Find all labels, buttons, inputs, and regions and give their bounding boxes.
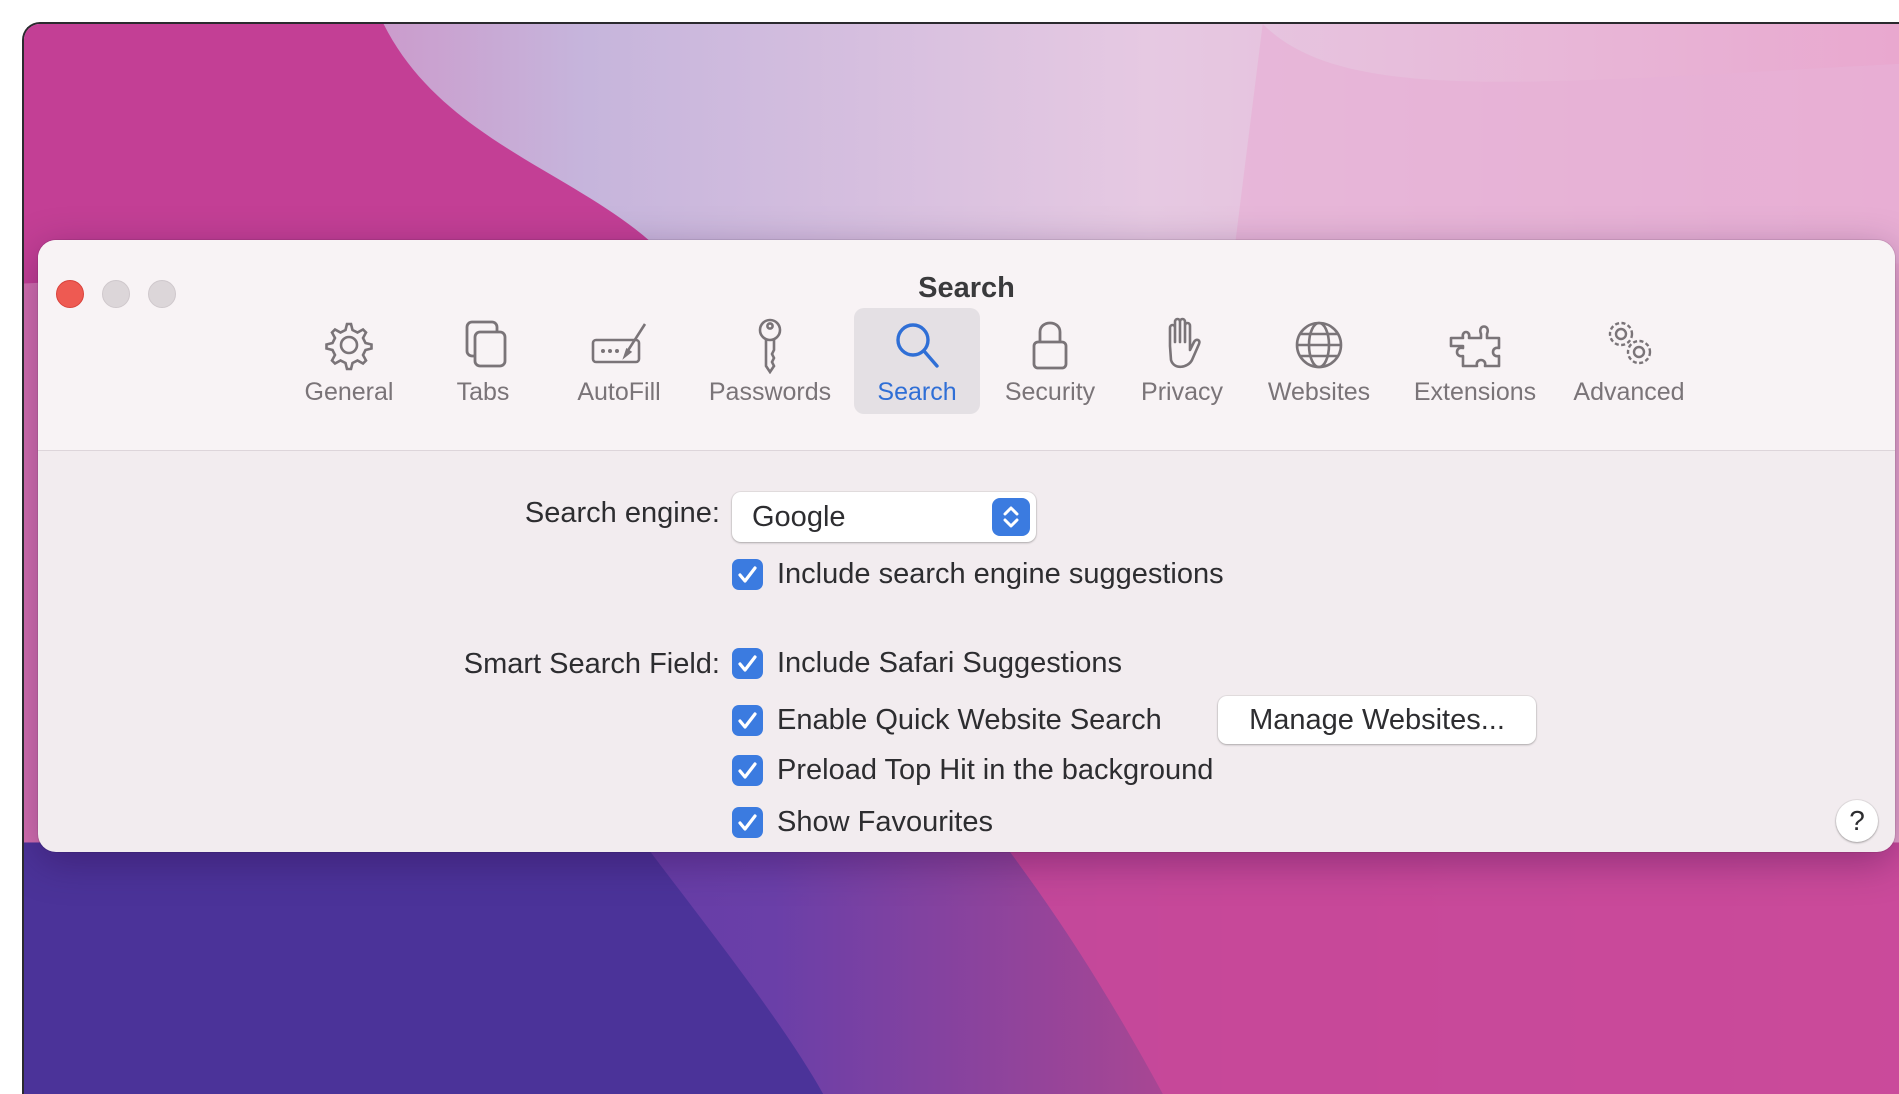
tab-advanced[interactable]: Advanced xyxy=(1562,308,1696,414)
preload-top-hit-checkbox[interactable] xyxy=(732,754,763,786)
checkmark-icon xyxy=(738,761,757,779)
preload-top-hit-row[interactable]: Preload Top Hit in the background xyxy=(732,751,1213,789)
window-title: Search xyxy=(918,272,1015,304)
tab-privacy[interactable]: Privacy xyxy=(1130,308,1234,414)
tab-search[interactable]: Search xyxy=(854,308,980,414)
tab-tabs-label: Tabs xyxy=(456,378,510,406)
tab-tabs[interactable]: Tabs xyxy=(438,308,528,414)
autofill-icon xyxy=(591,323,647,364)
search-engine-label: Search engine: xyxy=(524,497,720,529)
tab-security-label: Security xyxy=(1004,378,1096,406)
show-favourites-row[interactable]: Show Favourites xyxy=(732,803,993,841)
window-toolbar: Search General Tabs AutoFill Passwords S… xyxy=(38,240,1895,451)
tab-websites-label: Websites xyxy=(1267,378,1371,406)
tabs-icon xyxy=(465,320,507,368)
chevron-updown-icon xyxy=(992,498,1030,536)
tab-autofill-label: AutoFill xyxy=(577,378,661,406)
puzzle-icon xyxy=(1449,325,1501,368)
checkmark-icon xyxy=(738,654,757,672)
include-engine-suggestions-label: Include search engine suggestions xyxy=(777,557,1224,590)
show-favourites-label: Show Favourites xyxy=(777,805,993,838)
magnifier-icon xyxy=(896,323,939,368)
show-favourites-checkbox[interactable] xyxy=(732,806,763,838)
smart-search-field-label: Smart Search Field: xyxy=(463,648,720,680)
gears-icon xyxy=(1608,321,1652,365)
search-engine-value: Google xyxy=(752,501,846,533)
checkmark-icon xyxy=(738,565,757,583)
include-safari-suggestions-checkbox[interactable] xyxy=(732,647,763,679)
tab-general[interactable]: General xyxy=(294,308,404,414)
quick-website-search-checkbox[interactable] xyxy=(732,704,763,736)
quick-website-search-label: Enable Quick Website Search xyxy=(777,703,1162,736)
hand-icon xyxy=(1168,317,1201,369)
preload-top-hit-label: Preload Top Hit in the background xyxy=(777,753,1214,786)
tab-websites[interactable]: Websites xyxy=(1260,308,1378,414)
globe-icon xyxy=(1295,321,1343,369)
help-button[interactable]: ? xyxy=(1836,800,1878,842)
tab-extensions[interactable]: Extensions xyxy=(1404,308,1546,414)
tab-passwords[interactable]: Passwords xyxy=(700,308,840,414)
checkmark-icon xyxy=(738,813,757,831)
tab-search-label: Search xyxy=(877,378,957,406)
checkmark-icon xyxy=(738,711,757,729)
search-engine-popup[interactable]: Google xyxy=(732,492,1036,542)
include-engine-suggestions-row[interactable]: Include search engine suggestions xyxy=(732,555,1224,593)
preferences-window: Search General Tabs AutoFill Passwords S… xyxy=(38,240,1895,852)
tab-privacy-label: Privacy xyxy=(1141,378,1223,406)
tab-extensions-label: Extensions xyxy=(1413,378,1537,406)
include-safari-suggestions-row[interactable]: Include Safari Suggestions xyxy=(732,644,1122,682)
tab-general-label: General xyxy=(304,378,394,406)
quick-website-search-row[interactable]: Enable Quick Website Search xyxy=(732,701,1162,739)
include-safari-suggestions-label: Include Safari Suggestions xyxy=(777,646,1122,679)
include-engine-suggestions-checkbox[interactable] xyxy=(732,558,763,590)
key-icon xyxy=(758,318,782,374)
tab-advanced-label: Advanced xyxy=(1573,378,1685,406)
lock-icon xyxy=(1032,321,1068,370)
tab-passwords-label: Passwords xyxy=(708,378,832,406)
desktop-screen: Search General Tabs AutoFill Passwords S… xyxy=(22,22,1899,1094)
manage-websites-button[interactable]: Manage Websites... xyxy=(1218,696,1536,744)
tab-security[interactable]: Security xyxy=(994,308,1106,414)
gear-icon xyxy=(325,322,373,371)
tab-autofill[interactable]: AutoFill xyxy=(564,308,674,414)
